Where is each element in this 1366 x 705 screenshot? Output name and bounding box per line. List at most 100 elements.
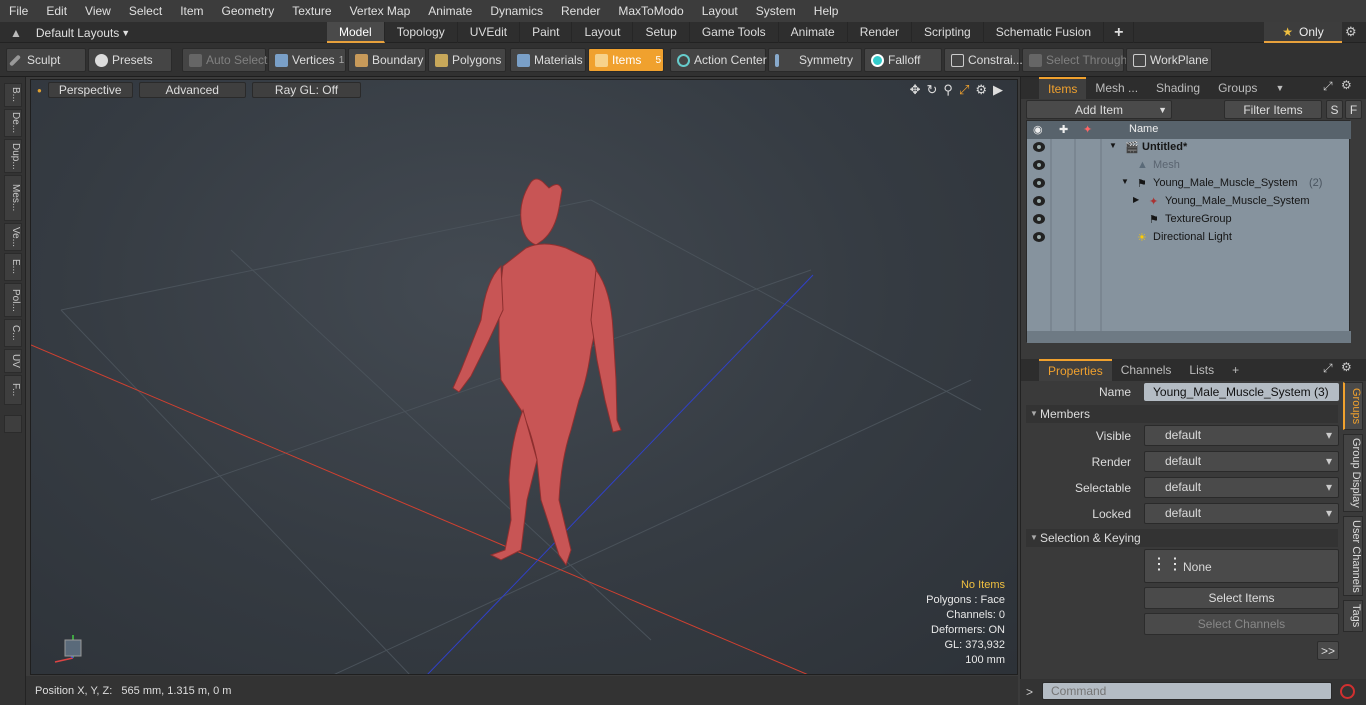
tab-render[interactable]: Render xyxy=(848,22,913,43)
gear-icon[interactable]: ⚙ xyxy=(975,82,987,98)
workplane-button[interactable]: WorkPlane xyxy=(1126,48,1212,72)
sculpt-button[interactable]: Sculpt xyxy=(6,48,86,72)
gear-icon[interactable]: ⚙ xyxy=(1345,24,1357,40)
menu-select[interactable]: Select xyxy=(120,0,171,22)
list-item[interactable]: ▶ ✦ Young_Male_Muscle_System xyxy=(1027,193,1351,211)
visibility-eye-icon[interactable] xyxy=(1033,232,1045,242)
menu-file[interactable]: File xyxy=(0,0,37,22)
horizontal-scrollbar[interactable] xyxy=(1027,331,1351,343)
tab-items[interactable]: Items xyxy=(1039,77,1087,99)
command-input[interactable] xyxy=(1042,682,1332,700)
tab-properties[interactable]: Properties xyxy=(1039,359,1112,381)
list-item[interactable]: ☀ Directional Light xyxy=(1027,229,1351,247)
vtab-user-channels[interactable]: User Channels xyxy=(1343,516,1363,596)
left-tab-uv[interactable]: UV xyxy=(4,349,22,373)
gear-icon[interactable]: ⚙ xyxy=(1341,360,1352,374)
tab-setup[interactable]: Setup xyxy=(633,22,690,43)
menu-vertex-map[interactable]: Vertex Map xyxy=(341,0,420,22)
tab-topology[interactable]: Topology xyxy=(385,22,458,43)
vtab-tags[interactable]: Tags xyxy=(1343,600,1363,632)
render-dropdown[interactable]: default xyxy=(1144,451,1339,472)
tab-scripting[interactable]: Scripting xyxy=(912,22,984,43)
tab-groups[interactable]: Groups xyxy=(1209,78,1266,98)
left-tab-basic[interactable]: B... xyxy=(4,83,22,107)
tab-game-tools[interactable]: Game Tools xyxy=(690,22,779,43)
vtab-group-display[interactable]: Group Display xyxy=(1343,434,1363,512)
menu-texture[interactable]: Texture xyxy=(283,0,340,22)
list-item[interactable]: ▲ Mesh xyxy=(1027,157,1351,175)
left-tab-fusion[interactable]: F... xyxy=(4,375,22,405)
f-button[interactable]: F xyxy=(1345,100,1362,119)
visibility-eye-icon[interactable] xyxy=(1033,196,1045,206)
tab-paint[interactable]: Paint xyxy=(520,22,573,43)
tab-uvedit[interactable]: UVEdit xyxy=(458,22,521,43)
keying-none-button[interactable]: ⋮⋮ None xyxy=(1144,549,1339,583)
play-arrow-icon[interactable]: ▶ xyxy=(993,82,1003,98)
menu-dynamics[interactable]: Dynamics xyxy=(481,0,552,22)
left-tab-mesh-edit[interactable]: Mes... xyxy=(4,175,22,221)
gear-icon[interactable]: ⚙ xyxy=(1341,78,1352,92)
tab-mesh[interactable]: Mesh ... xyxy=(1086,78,1147,98)
tab-layout[interactable]: Layout xyxy=(572,22,634,43)
polygons-button[interactable]: Polygons xyxy=(428,48,506,72)
expand-arrow-icon[interactable]: ▶ xyxy=(1133,195,1139,204)
menu-view[interactable]: View xyxy=(76,0,120,22)
locked-dropdown[interactable]: default xyxy=(1144,503,1339,524)
falloff-button[interactable]: Falloff xyxy=(864,48,942,72)
tab-lists[interactable]: Lists xyxy=(1180,360,1223,380)
menu-animate[interactable]: Animate xyxy=(419,0,481,22)
chevron-down-icon[interactable]: ▼ xyxy=(1266,78,1293,98)
select-through-button[interactable]: Select Through xyxy=(1022,48,1127,72)
action-center-button[interactable]: Action Center xyxy=(670,48,767,72)
rotate-icon[interactable]: ↻ xyxy=(927,82,938,98)
left-tab-vertex[interactable]: Ve... xyxy=(4,223,22,251)
tab-animate[interactable]: Animate xyxy=(779,22,848,43)
list-item[interactable]: ▼ 🎬 Untitled* xyxy=(1027,139,1351,157)
expand-panel-icon[interactable]: ⤢ xyxy=(1323,361,1333,376)
tab-model[interactable]: Model xyxy=(327,22,385,43)
tab-shading[interactable]: Shading xyxy=(1147,78,1209,98)
menu-render[interactable]: Render xyxy=(552,0,609,22)
expand-arrow-icon[interactable]: ▼ xyxy=(1109,141,1117,150)
name-field[interactable]: Young_Male_Muscle_System (3) xyxy=(1144,383,1339,401)
record-icon[interactable] xyxy=(1340,684,1355,699)
more-button[interactable]: >> xyxy=(1317,641,1339,660)
layout-dropdown[interactable]: ▲ Default Layouts ▼ xyxy=(4,22,324,43)
tab-schematic-fusion[interactable]: Schematic Fusion xyxy=(984,22,1105,43)
list-item[interactable]: ⚑ TextureGroup xyxy=(1027,211,1351,229)
s-button[interactable]: S xyxy=(1326,100,1343,119)
members-section-header[interactable]: Members xyxy=(1026,405,1338,423)
select-items-button[interactable]: Select Items xyxy=(1144,587,1339,609)
filter-items-input[interactable]: Filter Items xyxy=(1224,100,1322,119)
menu-geometry[interactable]: Geometry xyxy=(213,0,284,22)
perspective-dropdown[interactable]: Perspective xyxy=(47,82,133,98)
add-tab-button[interactable]: + xyxy=(1223,360,1248,380)
visibility-eye-icon[interactable] xyxy=(1033,178,1045,188)
only-toggle-button[interactable]: ★ Only xyxy=(1264,22,1342,43)
ray-gl-toggle[interactable]: Ray GL: Off xyxy=(251,82,362,98)
left-tab-edge[interactable]: E... xyxy=(4,253,22,281)
menu-layout[interactable]: Layout xyxy=(693,0,747,22)
left-tab-duplicate[interactable]: Dup... xyxy=(4,139,22,173)
selection-keying-section-header[interactable]: Selection & Keying xyxy=(1026,529,1338,547)
materials-button[interactable]: Materials xyxy=(510,48,586,72)
visible-dropdown[interactable]: default xyxy=(1144,425,1339,446)
presets-button[interactable]: Presets xyxy=(88,48,172,72)
vertices-button[interactable]: Vertices 1 xyxy=(268,48,346,72)
tab-channels[interactable]: Channels xyxy=(1112,360,1181,380)
fit-icon[interactable]: ⤢ xyxy=(959,82,969,98)
visibility-eye-icon[interactable] xyxy=(1033,214,1045,224)
advanced-dropdown[interactable]: Advanced xyxy=(138,82,246,98)
visibility-eye-icon[interactable] xyxy=(1033,142,1045,152)
collapse-icon[interactable]: ▲ xyxy=(10,26,22,40)
menu-edit[interactable]: Edit xyxy=(37,0,76,22)
left-tab-extra[interactable] xyxy=(4,415,22,433)
menu-maxtomodo[interactable]: MaxToModo xyxy=(609,0,692,22)
menu-system[interactable]: System xyxy=(747,0,805,22)
list-item[interactable]: ▼ ⚑ Young_Male_Muscle_System (2) xyxy=(1027,175,1351,193)
left-tab-polygon[interactable]: Pol... xyxy=(4,283,22,317)
3d-viewport[interactable]: ● Perspective Advanced Ray GL: Off ✥ ↻ ⚲… xyxy=(30,79,1018,675)
visibility-eye-icon[interactable] xyxy=(1033,160,1045,170)
auto-select-button[interactable]: Auto Select xyxy=(182,48,267,72)
menu-help[interactable]: Help xyxy=(805,0,848,22)
